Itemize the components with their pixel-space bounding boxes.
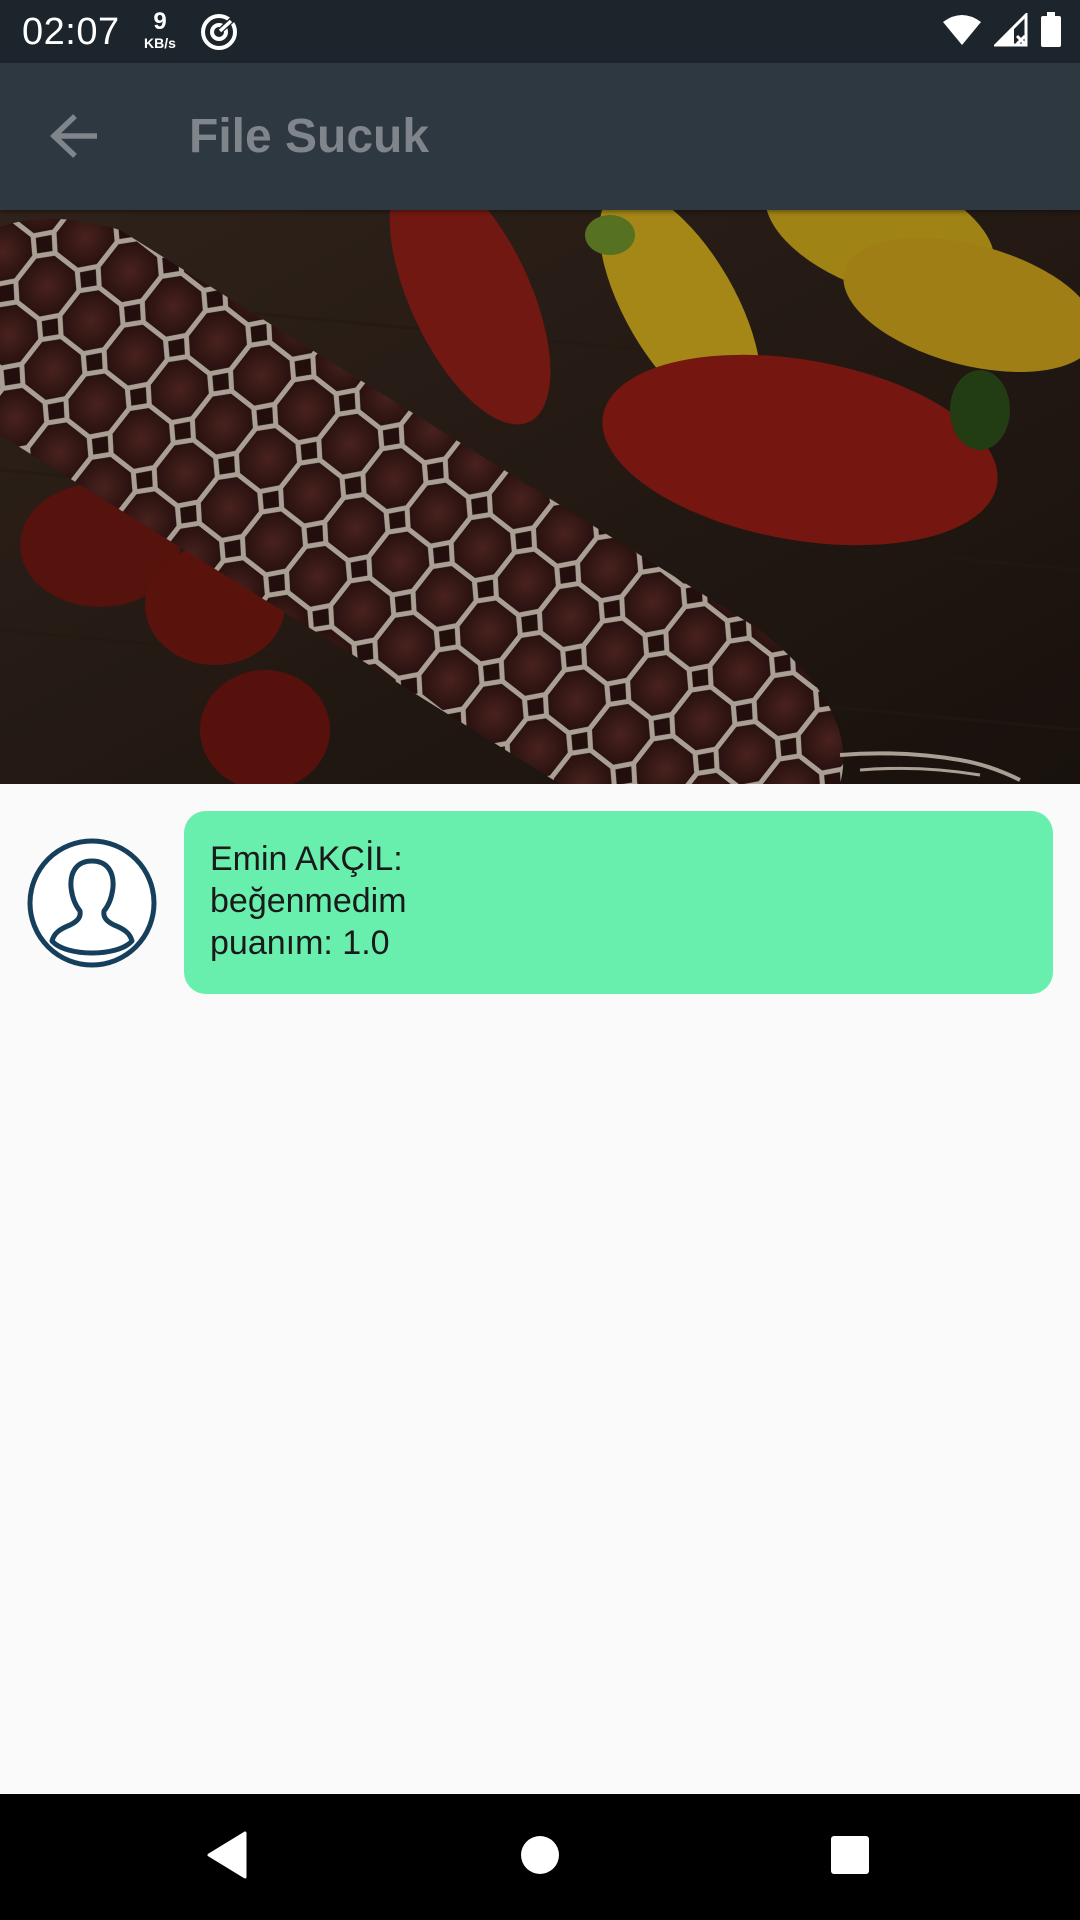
- status-bar: 02:07 9 KB/s: [0, 0, 1080, 63]
- comment-rating: puanım: 1.0: [210, 924, 390, 962]
- nav-home-button[interactable]: [507, 1824, 573, 1890]
- network-speed: 9 KB/s: [138, 8, 182, 51]
- back-triangle-icon: [205, 1831, 249, 1884]
- status-icons: [942, 10, 1062, 53]
- data-saver-icon: [200, 13, 238, 51]
- battery-icon: [1040, 11, 1062, 53]
- back-button[interactable]: [38, 103, 108, 173]
- screen: 02:07 9 KB/s File Sucuk Emin AKÇİL: beğe…: [0, 0, 1080, 1920]
- comment-bubble: Emin AKÇİL: beğenmedim puanım: 1.0: [184, 811, 1053, 994]
- arrow-left-icon: [49, 113, 98, 163]
- home-circle-icon: [520, 1835, 560, 1880]
- comment-author: Emin AKÇİL:: [210, 840, 403, 878]
- status-time: 02:07: [22, 11, 120, 53]
- comment-text: beğenmedim: [210, 882, 407, 920]
- page-title: File Sucuk: [189, 110, 430, 163]
- network-speed-unit: KB/s: [144, 35, 176, 51]
- app-bar: File Sucuk: [0, 63, 1080, 210]
- cell-signal-icon: [992, 10, 1028, 52]
- network-speed-value: 9: [153, 8, 167, 35]
- user-avatar-icon: [26, 837, 158, 969]
- nav-recents-button[interactable]: [817, 1824, 883, 1890]
- comment-item: Emin AKÇİL: beğenmedim puanım: 1.0: [0, 811, 1080, 994]
- nav-back-button[interactable]: [194, 1824, 260, 1890]
- product-image: [0, 210, 1080, 784]
- recents-square-icon: [830, 1835, 870, 1880]
- system-nav-bar: [0, 1794, 1080, 1920]
- wifi-icon: [942, 14, 982, 51]
